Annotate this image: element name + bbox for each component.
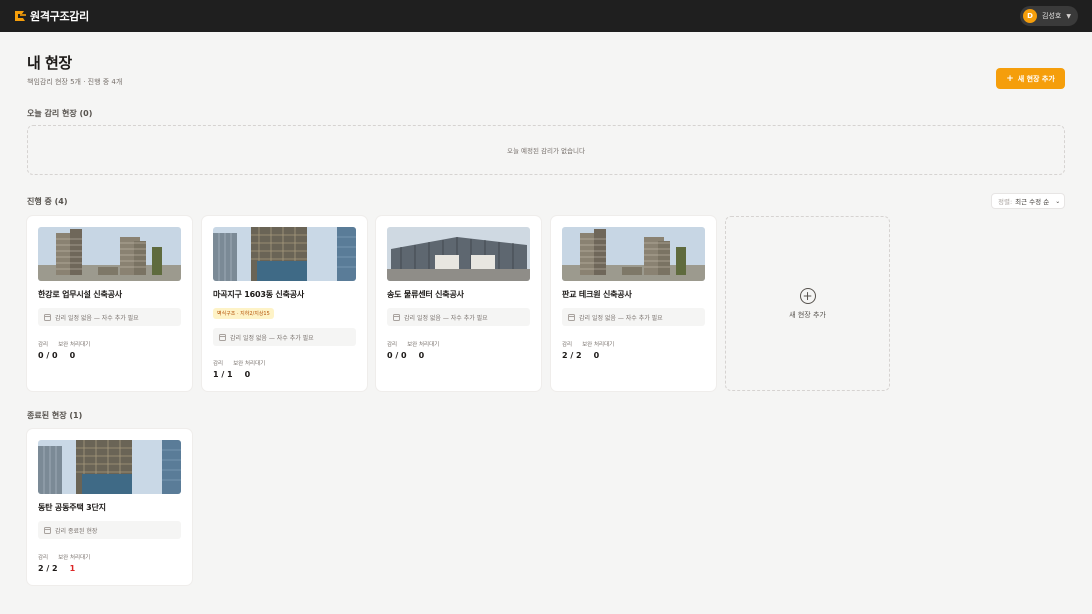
schedule-note-text: 감리 일정 없음 — 자수 추가 필요 xyxy=(404,314,488,322)
stat-values: 2 / 2 1 xyxy=(38,564,75,573)
stat-pending-label: 보완 처리대기 xyxy=(407,342,440,348)
stat-pending-value: 0 xyxy=(593,351,600,360)
stat-labels: 감리 보완 처리대기 xyxy=(38,553,90,561)
today-empty-state: 오늘 예정된 감리가 없습니다 xyxy=(27,125,1065,175)
schedule-note-text: 감리 일정 없음 — 자수 추가 필요 xyxy=(55,314,139,322)
stat-pending-label: 보완 처리대기 xyxy=(233,361,266,367)
user-name: 김성호 xyxy=(1042,12,1062,20)
logo-icon xyxy=(15,11,26,21)
user-menu-button[interactable]: D 김성호 ▼ xyxy=(1020,6,1078,26)
schedule-note: 감리 일정 없음 — 자수 추가 필요 xyxy=(562,308,705,326)
calendar-icon xyxy=(44,313,51,321)
chevron-down-icon: ▼ xyxy=(1066,12,1071,20)
stat-pending-label: 보완 처리대기 xyxy=(58,342,91,348)
site-card[interactable]: 동탄 공동주택 3단지 감리 종료된 현장 감리 보완 처리대기 2 / 2 1 xyxy=(27,429,192,585)
stat-values: 2 / 2 0 xyxy=(562,351,599,360)
stat-inspection-label: 감리 xyxy=(562,342,573,348)
stat-inspection-value: 0 / 0 xyxy=(38,351,58,360)
site-thumbnail xyxy=(38,440,181,494)
site-thumbnail xyxy=(562,227,705,281)
sort-select[interactable]: 정렬: 최근 수정 순 ⌄ xyxy=(991,193,1065,209)
calendar-icon xyxy=(44,526,51,534)
plus-icon: + xyxy=(1006,73,1014,84)
page-subtitle: 책임감리 현장 5개 · 진행 중 4개 xyxy=(27,78,123,86)
sort-label: 정렬: xyxy=(998,198,1013,206)
site-card[interactable]: 송도 물류센터 신축공사 감리 일정 없음 — 자수 추가 필요 감리 보완 처… xyxy=(376,216,541,391)
stat-pending-value: 0 xyxy=(418,351,425,360)
stat-inspection-label: 감리 xyxy=(213,361,224,367)
plus-circle-icon: + xyxy=(799,287,816,304)
stat-inspection-value: 2 / 2 xyxy=(38,564,58,573)
add-site-card-label: 새 현장 추가 xyxy=(789,310,826,319)
site-card[interactable]: 마곡지구 1603동 신축공사 벽식구조 · 지하2/지상15 감리 일정 없음… xyxy=(202,216,367,391)
stat-labels: 감리 보완 처리대기 xyxy=(562,340,614,348)
stat-inspection-label: 감리 xyxy=(387,342,398,348)
stat-pending-value: 0 xyxy=(244,370,251,379)
site-card[interactable]: 판교 테크원 신축공사 감리 일정 없음 — 자수 추가 필요 감리 보완 처리… xyxy=(551,216,716,391)
add-site-card[interactable]: + 새 현장 추가 xyxy=(725,216,890,391)
site-title: 마곡지구 1603동 신축공사 xyxy=(213,290,305,299)
chevron-down-icon: ⌄ xyxy=(1055,197,1061,205)
stat-labels: 감리 보완 처리대기 xyxy=(213,359,265,367)
site-title: 송도 물류센터 신축공사 xyxy=(387,290,464,299)
stat-values: 1 / 1 0 xyxy=(213,370,250,379)
schedule-note: 감리 종료된 현장 xyxy=(38,521,181,539)
add-site-label: 새 현장 추가 xyxy=(1017,74,1055,83)
stat-pending-label: 보완 처리대기 xyxy=(58,555,91,561)
schedule-note-text: 감리 일정 없음 — 자수 추가 필요 xyxy=(230,334,314,342)
stat-pending-value: 1 xyxy=(69,564,76,573)
avatar: D xyxy=(1023,9,1038,23)
sort-value: 최근 수정 순 xyxy=(1015,198,1050,206)
app-logo[interactable]: 원격구조감리 xyxy=(14,8,89,24)
site-title: 동탄 공동주택 3단지 xyxy=(38,503,106,512)
schedule-note: 감리 일정 없음 — 자수 추가 필요 xyxy=(38,308,181,326)
page-title: 내 현장 xyxy=(27,54,72,72)
in-progress-section-title: 진행 중 (4) xyxy=(27,197,68,206)
schedule-note-text: 감리 종료된 현장 xyxy=(55,527,98,535)
calendar-icon xyxy=(568,313,575,321)
site-thumbnail xyxy=(213,227,356,281)
schedule-note: 감리 일정 없음 — 자수 추가 필요 xyxy=(387,308,530,326)
stat-labels: 감리 보완 처리대기 xyxy=(38,340,90,348)
stat-inspection-value: 0 / 0 xyxy=(387,351,407,360)
stat-values: 0 / 0 0 xyxy=(387,351,424,360)
stat-inspection-value: 1 / 1 xyxy=(213,370,233,379)
stat-inspection-label: 감리 xyxy=(38,342,49,348)
schedule-note-text: 감리 일정 없음 — 자수 추가 필요 xyxy=(579,314,663,322)
today-section-title: 오늘 감리 현장 (0) xyxy=(27,109,93,118)
calendar-icon xyxy=(219,333,226,341)
app-name: 원격구조감리 xyxy=(30,10,89,23)
completed-section-title: 종료된 현장 (1) xyxy=(27,411,83,420)
site-card[interactable]: 한강로 업무시설 신축공사 감리 일정 없음 — 자수 추가 필요 감리 보완 … xyxy=(27,216,192,391)
site-title: 판교 테크원 신축공사 xyxy=(562,290,632,299)
add-site-button[interactable]: + 새 현장 추가 xyxy=(996,68,1065,89)
schedule-note: 감리 일정 없음 — 자수 추가 필요 xyxy=(213,328,356,346)
stat-inspection-value: 2 / 2 xyxy=(562,351,582,360)
stat-pending-value: 0 xyxy=(69,351,76,360)
stat-labels: 감리 보완 처리대기 xyxy=(387,340,439,348)
site-thumbnail xyxy=(387,227,530,281)
structure-tag: 벽식구조 · 지하2/지상15 xyxy=(213,308,274,319)
stat-inspection-label: 감리 xyxy=(38,555,49,561)
stat-pending-label: 보완 처리대기 xyxy=(582,342,615,348)
stat-values: 0 / 0 0 xyxy=(38,351,75,360)
site-thumbnail xyxy=(38,227,181,281)
calendar-icon xyxy=(393,313,400,321)
top-navigation-bar: 원격구조감리 D 김성호 ▼ xyxy=(0,0,1092,32)
today-empty-text: 오늘 예정된 감리가 없습니다 xyxy=(507,147,585,155)
site-title: 한강로 업무시설 신축공사 xyxy=(38,290,122,299)
